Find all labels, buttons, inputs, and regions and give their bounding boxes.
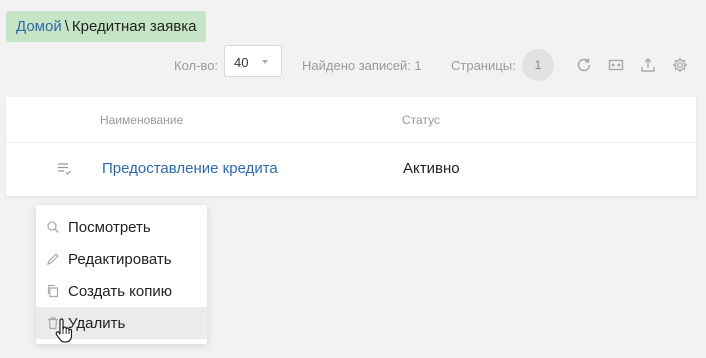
column-header-name[interactable]: Наименование — [100, 113, 183, 127]
hand-pointer-icon — [55, 318, 73, 344]
data-table: Наименование Статус Предоставление креди… — [6, 97, 696, 196]
copy-icon — [46, 284, 60, 298]
export-icon[interactable] — [639, 56, 657, 74]
pencil-icon — [46, 252, 60, 266]
row-actions-icon[interactable] — [56, 161, 72, 177]
column-header-status[interactable]: Статус — [402, 113, 440, 127]
table-row-status: Активно — [403, 160, 460, 177]
table-row-name-link[interactable]: Предоставление кредита — [102, 160, 278, 177]
settings-icon[interactable] — [671, 56, 689, 74]
menu-item-edit[interactable]: Редактировать — [36, 243, 207, 275]
pages-label: Страницы: — [451, 58, 516, 73]
page-size-value: 40 — [234, 55, 249, 70]
columns-icon[interactable] — [607, 56, 625, 74]
table-toolbar: Кол-во: 40 Найдено записей: 1 Страницы: … — [0, 45, 706, 81]
menu-item-label: Удалить — [68, 315, 126, 332]
chevron-down-icon — [262, 60, 268, 64]
search-icon — [46, 220, 60, 234]
menu-item-copy[interactable]: Создать копию — [36, 275, 207, 307]
breadcrumb-current: Кредитная заявка — [71, 18, 197, 35]
page-size-select[interactable]: 40 — [224, 45, 282, 77]
page-button[interactable]: 1 — [522, 49, 554, 81]
breadcrumb-home-link[interactable]: Домой — [16, 18, 62, 35]
records-found-label: Найдено записей: 1 — [302, 58, 422, 73]
menu-item-view[interactable]: Посмотреть — [36, 211, 207, 243]
refresh-icon[interactable] — [575, 56, 593, 74]
menu-item-label: Создать копию — [68, 283, 172, 300]
page-size-label: Кол-во: — [174, 58, 219, 73]
menu-item-label: Посмотреть — [68, 219, 151, 236]
header-divider — [6, 142, 696, 143]
breadcrumb: Домой \ Кредитная заявка — [6, 11, 207, 42]
breadcrumb-separator: \ — [64, 18, 69, 35]
menu-item-label: Редактировать — [68, 251, 172, 268]
